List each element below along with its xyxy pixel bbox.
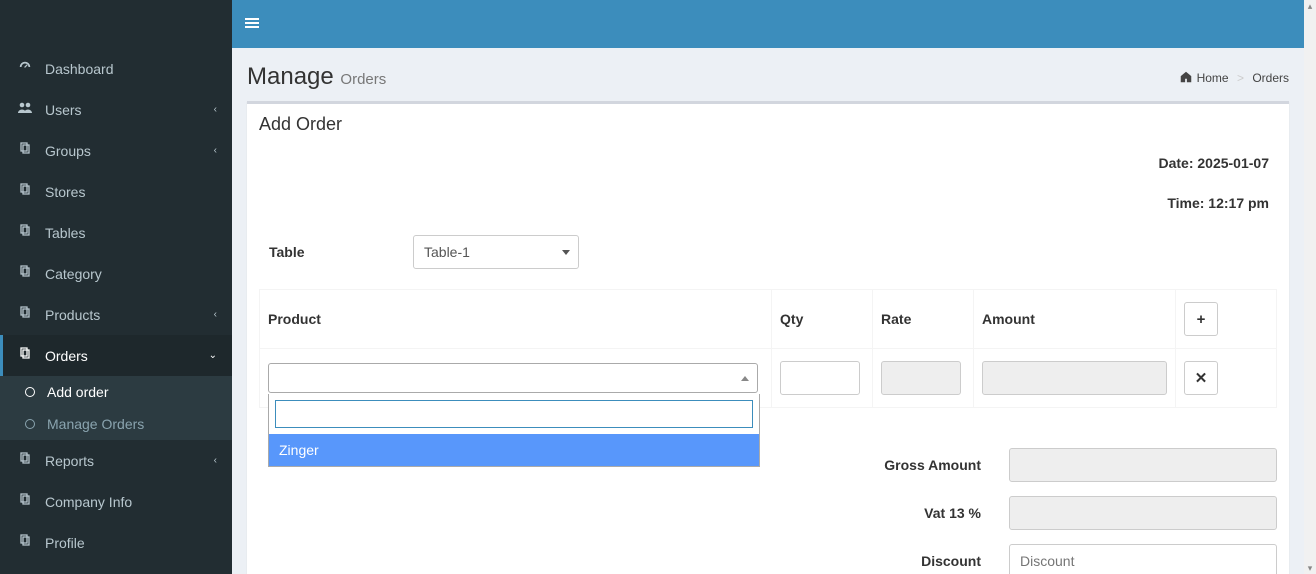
dashboard-icon [15, 60, 35, 77]
files-icon [15, 493, 35, 510]
box-title: Add Order [247, 104, 1289, 145]
sidebar-item-label: Groups [45, 143, 91, 159]
product-select[interactable]: Zinger [268, 363, 758, 393]
files-icon [15, 306, 35, 323]
sidebar-item-label: Stores [45, 184, 85, 200]
order-row: Zinger ✕ [260, 349, 1277, 408]
col-product: Product [260, 290, 772, 349]
order-date: Date: 2025-01-07 [259, 155, 1269, 171]
sidebar-item-label: Category [45, 266, 102, 282]
chevron-left-icon: ‹ [214, 104, 217, 115]
sidebar-item-label: Reports [45, 453, 94, 469]
chevron-left-icon: ‹ [214, 309, 217, 320]
qty-input[interactable] [780, 361, 860, 395]
sidebar-item-label: Profile [45, 535, 85, 551]
table-label: Table [269, 244, 413, 260]
files-icon [15, 347, 35, 364]
sidebar-sub-add-order[interactable]: Add order [0, 376, 232, 408]
sidebar-item-tables[interactable]: Tables [0, 212, 232, 253]
sidebar-sub-manage-orders[interactable]: Manage Orders [0, 408, 232, 440]
files-icon [15, 183, 35, 200]
chevron-left-icon: ‹ [214, 455, 217, 466]
files-icon [15, 534, 35, 551]
page-subtitle: Orders [340, 71, 386, 88]
product-dropdown: Zinger [268, 394, 760, 467]
breadcrumb: Home > Orders [1179, 70, 1289, 85]
sidebar-item-stores[interactable]: Stores [0, 171, 232, 212]
scroll-down-icon[interactable]: ▾ [1304, 562, 1316, 574]
home-icon [1179, 71, 1193, 85]
sidebar-item-label: Orders [45, 348, 88, 364]
vertical-scrollbar[interactable]: ▴ ▾ [1304, 0, 1316, 574]
rate-input [881, 361, 961, 395]
sidebar-item-products[interactable]: Products ‹ [0, 294, 232, 335]
sidebar-sub-label: Manage Orders [47, 416, 144, 432]
files-icon [15, 452, 35, 469]
scroll-up-icon[interactable]: ▴ [1304, 0, 1316, 12]
files-icon [15, 142, 35, 159]
plus-icon: + [1197, 311, 1206, 328]
sidebar-item-company-info[interactable]: Company Info [0, 481, 232, 522]
sidebar-item-label: Dashboard [45, 61, 114, 77]
sidebar-item-users[interactable]: Users ‹ [0, 89, 232, 130]
hamburger-icon [245, 16, 259, 33]
sidebar-item-groups[interactable]: Groups ‹ [0, 130, 232, 171]
sidebar-item-label: Company Info [45, 494, 132, 510]
sidebar-item-reports[interactable]: Reports ‹ [0, 440, 232, 481]
vat-label: Vat 13 % [831, 505, 981, 521]
product-search-input[interactable] [275, 400, 753, 428]
breadcrumb-sep: > [1237, 71, 1244, 85]
sidebar-item-orders[interactable]: Orders ⌄ [0, 335, 232, 376]
remove-row-button[interactable]: ✕ [1184, 361, 1218, 395]
sidebar-item-dashboard[interactable]: Dashboard [0, 48, 232, 89]
table-select[interactable]: Table-1 [413, 235, 579, 269]
amount-input [982, 361, 1167, 395]
order-time: Time: 12:17 pm [259, 195, 1269, 211]
add-row-button[interactable]: + [1184, 302, 1218, 336]
close-icon: ✕ [1195, 369, 1208, 387]
breadcrumb-current: Orders [1252, 71, 1289, 85]
sidebar-item-label: Tables [45, 225, 85, 241]
sidebar-toggle[interactable] [232, 0, 272, 48]
page-title: Manage Orders [247, 63, 386, 91]
col-qty: Qty [772, 290, 873, 349]
col-rate: Rate [873, 290, 974, 349]
sidebar-sub-label: Add order [47, 384, 108, 400]
chevron-left-icon: ‹ [214, 145, 217, 156]
files-icon [15, 265, 35, 282]
breadcrumb-home[interactable]: Home [1197, 71, 1229, 85]
discount-label: Discount [831, 553, 981, 569]
sidebar-item-category[interactable]: Category [0, 253, 232, 294]
col-amount: Amount [974, 290, 1176, 349]
circle-icon [25, 419, 35, 429]
files-icon [15, 224, 35, 241]
circle-icon [25, 387, 35, 397]
product-option[interactable]: Zinger [269, 434, 759, 466]
users-icon [15, 101, 35, 118]
gross-label: Gross Amount [831, 457, 981, 473]
sidebar-item-label: Products [45, 307, 100, 323]
discount-input[interactable] [1009, 544, 1277, 574]
chevron-down-icon: ⌄ [209, 350, 217, 361]
vat-input [1009, 496, 1277, 530]
gross-amount-input [1009, 448, 1277, 482]
sidebar-item-label: Users [45, 102, 82, 118]
sidebar-item-profile[interactable]: Profile [0, 522, 232, 563]
